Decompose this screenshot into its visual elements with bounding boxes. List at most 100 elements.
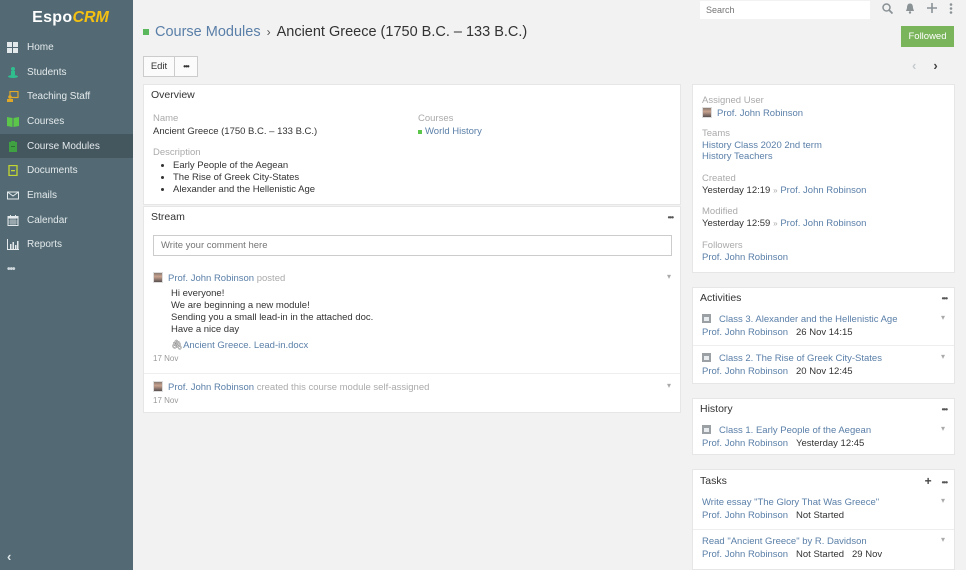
assigned-user-label: Assigned User — [702, 95, 764, 106]
meeting-calendar-icon — [702, 314, 711, 323]
stream-title: Stream — [151, 211, 185, 223]
modified-label: Modified — [702, 206, 738, 217]
task-link[interactable]: Write essay "The Glory That Was Greece" — [702, 497, 879, 508]
sidebar-item-students[interactable]: Students — [0, 60, 133, 85]
search-input[interactable] — [700, 0, 870, 19]
collapse-sidebar-icon[interactable]: ‹ — [7, 549, 11, 564]
history-title: History — [700, 403, 733, 415]
description-item: Early People of the Aegean — [173, 160, 315, 172]
activity-dropdown-icon[interactable]: ▾ — [941, 352, 945, 361]
more-actions-button[interactable]: ••• — [175, 56, 198, 77]
next-record-icon[interactable]: › — [933, 58, 937, 73]
divider — [693, 529, 954, 530]
teams-label: Teams — [702, 128, 730, 139]
history-user-link[interactable]: Prof. John Robinson — [702, 438, 788, 449]
breadcrumb-course-modules-link[interactable]: Course Modules — [155, 24, 261, 40]
note-dropdown-icon[interactable]: ▾ — [667, 381, 671, 390]
team-link[interactable]: History Class 2020 2nd term — [702, 140, 822, 151]
sidebar-item-documents[interactable]: Documents — [0, 158, 133, 183]
sidebar: Espo CRM Home Students Teaching Staff Cou… — [0, 0, 133, 570]
task-user-link[interactable]: Prof. John Robinson — [702, 510, 788, 521]
sidebar-item-reports[interactable]: Reports — [0, 233, 133, 258]
activity-item: Class 3. Alexander and the Hellenistic A… — [702, 313, 945, 339]
followed-button[interactable]: Followed — [901, 26, 954, 47]
divider — [693, 345, 954, 346]
comment-input[interactable] — [153, 235, 672, 256]
task-link[interactable]: Read "Ancient Greece" by R. Davidson — [702, 536, 867, 547]
bell-icon[interactable] — [905, 3, 915, 17]
sidebar-item-emails[interactable]: Emails — [0, 183, 133, 208]
divider — [144, 373, 680, 374]
overview-title: Overview — [151, 89, 195, 101]
sidebar-item-label: Documents — [27, 165, 78, 177]
activities-menu-button[interactable]: ••• — [942, 294, 948, 303]
avatar — [153, 272, 163, 283]
calendar-icon — [7, 214, 19, 226]
breadcrumb-separator: › — [266, 25, 271, 39]
course-color-icon — [418, 129, 422, 134]
assigned-user-link[interactable]: Prof. John Robinson — [717, 108, 803, 119]
description-list: Early People of the Aegean The Rise of G… — [153, 160, 315, 196]
stream-note: Prof. John Robinson created this course … — [153, 381, 671, 405]
activity-link[interactable]: Class 3. Alexander and the Hellenistic A… — [719, 314, 898, 325]
activity-link[interactable]: Class 2. The Rise of Greek City-States — [719, 353, 882, 364]
sidebar-item-calendar[interactable]: Calendar — [0, 208, 133, 233]
search-icon[interactable] — [882, 2, 894, 17]
paperclip-icon: 🖇 — [171, 340, 184, 351]
attachment-link[interactable]: Ancient Greece. Lead-in.docx — [183, 340, 308, 351]
task-status: Not Started — [796, 549, 845, 560]
sidebar-item-courses[interactable]: Courses — [0, 109, 133, 134]
team-link[interactable]: History Teachers — [702, 151, 773, 162]
tasks-menu-button[interactable]: ••• — [942, 478, 948, 487]
note-time: 17 Nov — [153, 396, 179, 405]
task-status: Not Started — [796, 510, 845, 521]
sidebar-item-label: Courses — [27, 115, 65, 127]
sidebar-more-button[interactable]: ••• — [0, 257, 133, 281]
bar-chart-icon — [7, 239, 19, 251]
followers-label: Followers — [702, 240, 743, 251]
stream-panel: Stream ••• Prof. John Robinson posted ▾ H… — [143, 206, 681, 413]
plus-icon[interactable] — [927, 3, 937, 16]
note-dropdown-icon[interactable]: ▾ — [667, 272, 671, 281]
follower-link[interactable]: Prof. John Robinson — [702, 252, 788, 263]
sidebar-item-course-modules[interactable]: Course Modules — [0, 133, 133, 159]
note-time: 17 Nov — [153, 354, 179, 363]
avatar — [153, 381, 163, 392]
add-task-button[interactable]: + — [925, 474, 932, 488]
task-dropdown-icon[interactable]: ▾ — [941, 496, 945, 505]
grid-icon — [7, 41, 19, 53]
teacher-board-icon — [7, 91, 19, 103]
edit-button[interactable]: Edit — [143, 56, 175, 77]
activity-user-link[interactable]: Prof. John Robinson — [702, 366, 788, 377]
history-menu-button[interactable]: ••• — [942, 405, 948, 414]
activity-dropdown-icon[interactable]: ▾ — [941, 313, 945, 322]
logo-crm: CRM — [72, 8, 109, 26]
sidebar-item-label: Reports — [27, 239, 63, 251]
task-user-link[interactable]: Prof. John Robinson — [702, 549, 788, 560]
created-by-link[interactable]: Prof. John Robinson — [780, 185, 866, 196]
task-item: Read "Ancient Greece" by R. Davidson Pro… — [702, 535, 945, 561]
courses-label: Courses — [418, 113, 454, 124]
previous-record-icon[interactable]: ‹ — [912, 58, 916, 73]
history-dropdown-icon[interactable]: ▾ — [941, 424, 945, 433]
sidebar-item-label: Course Modules — [27, 140, 100, 152]
page-title: Ancient Greece (1750 B.C. – 133 B.C.) — [276, 24, 528, 40]
modified-time: Yesterday 12:59 — [702, 218, 771, 229]
activity-user-link[interactable]: Prof. John Robinson — [702, 327, 788, 338]
modified-by-link[interactable]: Prof. John Robinson — [780, 218, 866, 229]
sidebar-item-home[interactable]: Home — [0, 35, 133, 60]
logo[interactable]: Espo CRM — [0, 0, 133, 35]
note-author-link[interactable]: Prof. John Robinson — [168, 382, 254, 393]
meeting-calendar-icon — [702, 353, 711, 362]
menu-dots-vertical-icon[interactable] — [949, 2, 953, 17]
sidebar-item-teaching-staff[interactable]: Teaching Staff — [0, 84, 133, 109]
history-date: Yesterday 12:45 — [796, 438, 865, 449]
stream-menu-button[interactable]: ••• — [668, 213, 674, 222]
note-author-link[interactable]: Prof. John Robinson — [168, 273, 254, 284]
module-color-square-icon — [143, 29, 149, 35]
task-dropdown-icon[interactable]: ▾ — [941, 535, 945, 544]
course-link[interactable]: World History — [425, 126, 482, 137]
sidebar-item-label: Calendar — [27, 214, 68, 226]
history-link[interactable]: Class 1. Early People of the Aegean — [719, 425, 871, 436]
activities-panel: Activities ••• Class 3. Alexander and the… — [692, 287, 955, 384]
